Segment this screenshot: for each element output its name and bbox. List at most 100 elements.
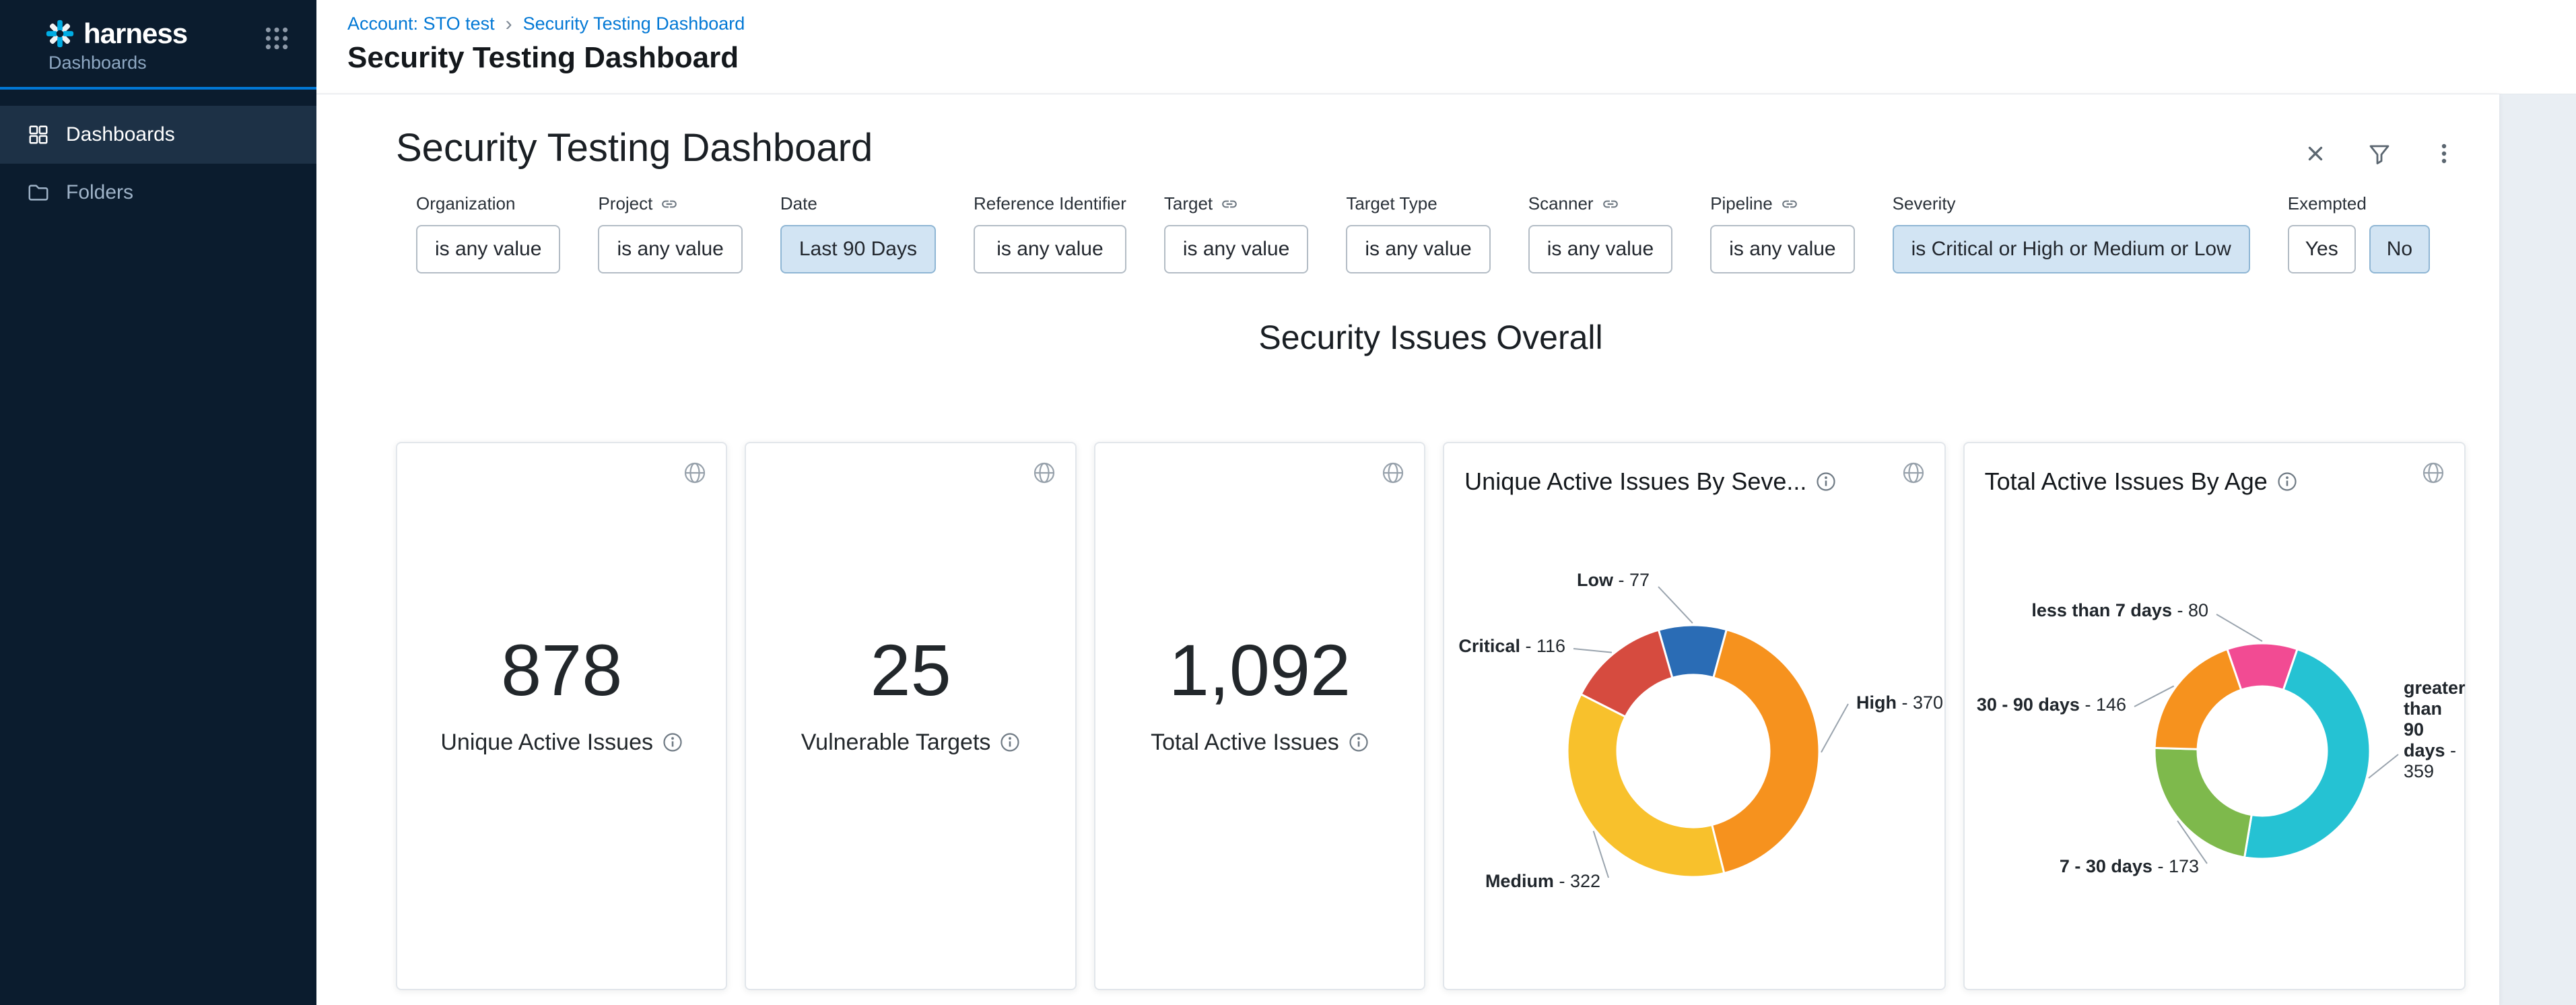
filter-organization: Organization is any value (416, 193, 560, 273)
age-donut-chart: less than 7 days - 80greaterthan90days -… (1965, 443, 2475, 990)
globe-icon[interactable] (1901, 461, 1926, 487)
filter-target-value[interactable]: is any value (1164, 225, 1308, 273)
tile-unique-active-issues: 878 Unique Active Issues (396, 442, 727, 990)
kebab-menu-icon[interactable] (2431, 140, 2458, 167)
filter-pipeline-value[interactable]: is any value (1710, 225, 1854, 273)
clear-icon[interactable] (2303, 141, 2328, 166)
slice-label: 7 - 30 days - 173 (2059, 856, 2198, 876)
filter-target-type-value[interactable]: is any value (1346, 225, 1490, 273)
donut-slice-3[interactable] (2155, 649, 2241, 750)
label-line (1821, 704, 1848, 752)
breadcrumb: Account: STO test › Security Testing Das… (347, 13, 2576, 34)
info-icon (663, 732, 683, 752)
filter-organization-value[interactable]: is any value (416, 225, 560, 273)
globe-icon[interactable] (683, 461, 707, 487)
section-title: Security Issues Overall (396, 318, 2466, 357)
filter-project-value[interactable]: is any value (598, 225, 742, 273)
globe-icon[interactable] (1381, 461, 1405, 487)
sidebar-product-label: Dashboards (48, 53, 296, 73)
filter-bar: Organization is any value Project is any… (416, 193, 2466, 273)
dashboard-actions (2303, 140, 2466, 167)
tile-vulnerable-targets: 25 Vulnerable Targets (745, 442, 1076, 990)
label-line (2216, 614, 2262, 641)
sidebar-item-folders[interactable]: Folders (0, 164, 316, 222)
label-line (2369, 754, 2398, 778)
content-area: Security Testing Dashboard (316, 94, 2576, 1005)
brand-wordmark: harness (83, 18, 187, 50)
filter-scanner-value[interactable]: is any value (1528, 225, 1672, 273)
severity-donut-chart: Low - 77High - 370Medium - 322Critical -… (1444, 443, 1955, 990)
filter-exempted: Exempted Yes No (2288, 193, 2430, 273)
filter-exempted-no-button[interactable]: No (2369, 225, 2430, 273)
filter-reference-identifier: Reference Identifier is any value (974, 193, 1126, 273)
slice-label: High - 370 (1856, 692, 1943, 713)
globe-icon[interactable] (1032, 461, 1056, 487)
dashboard-panel: Security Testing Dashboard (316, 94, 2499, 1005)
stat-label: Unique Active Issues (440, 730, 653, 756)
sidebar: harness Dashboards Dashboards Folders (0, 0, 316, 1005)
sidebar-item-label: Folders (66, 181, 133, 204)
info-icon (1349, 732, 1369, 752)
filter-target-type: Target Type is any value (1346, 193, 1490, 273)
harness-logo-icon (44, 18, 75, 49)
globe-icon[interactable] (2421, 461, 2445, 487)
filter-label: Pipeline (1710, 193, 1773, 214)
label-line (1573, 649, 1612, 653)
filter-exempted-yes-button[interactable]: Yes (2288, 225, 2356, 273)
filter-pipeline: Pipeline is any value (1710, 193, 1854, 273)
filter-label: Exempted (2288, 193, 2367, 214)
filter-label: Scanner (1528, 193, 1594, 214)
page-title: Security Testing Dashboard (347, 41, 2576, 75)
tile-unique-active-issues-by-severity: Low - 77High - 370Medium - 322Critical -… (1443, 442, 1945, 990)
filter-label: Date (780, 193, 817, 214)
dashboards-icon (27, 123, 50, 146)
chart-title: Unique Active Issues By Seve... (1464, 467, 1806, 496)
main-area: Account: STO test › Security Testing Das… (316, 0, 2576, 1005)
chevron-right-icon: › (506, 15, 512, 33)
slice-label: Low - 77 (1577, 570, 1650, 590)
filter-date-value[interactable]: Last 90 Days (780, 225, 936, 273)
dashboard-title: Security Testing Dashboard (396, 125, 873, 170)
breadcrumb-account-link[interactable]: Account: STO test (347, 13, 495, 34)
filter-severity: Severity is Critical or High or Medium o… (1893, 193, 2250, 273)
filter-label: Organization (416, 193, 515, 214)
filter-label: Severity (1893, 193, 1956, 214)
info-icon (1816, 472, 1836, 492)
info-icon (2277, 472, 2297, 492)
nav-grid-icon[interactable] (263, 24, 291, 55)
link-icon (1781, 195, 1798, 213)
top-header: Account: STO test › Security Testing Das… (316, 0, 2576, 94)
sidebar-item-dashboards[interactable]: Dashboards (0, 106, 316, 164)
slice-label: greaterthan90days -359 (2404, 678, 2466, 781)
info-icon (1000, 732, 1020, 752)
filter-label: Reference Identifier (974, 193, 1126, 214)
stat-label: Vulnerable Targets (801, 730, 991, 756)
donut-slice-2[interactable] (1567, 694, 1724, 877)
filter-target: Target is any value (1164, 193, 1308, 273)
filter-project: Project is any value (598, 193, 742, 273)
chart-title: Total Active Issues By Age (1985, 467, 2268, 496)
label-line (1658, 587, 1693, 623)
stat-value: 25 (871, 630, 951, 711)
stat-value: 878 (501, 630, 622, 711)
link-icon (1221, 195, 1238, 213)
breadcrumb-dashboard-link[interactable]: Security Testing Dashboard (523, 13, 745, 34)
donut-slice-2[interactable] (2155, 748, 2251, 857)
filter-scanner: Scanner is any value (1528, 193, 1672, 273)
sidebar-item-label: Dashboards (66, 123, 175, 146)
filter-reference-identifier-value[interactable]: is any value (974, 225, 1126, 273)
donut-slice-1[interactable] (1712, 630, 1819, 874)
tile-total-active-issues-by-age: less than 7 days - 80greaterthan90days -… (1963, 442, 2466, 990)
slice-label: Medium - 322 (1485, 871, 1600, 891)
filter-icon[interactable] (2366, 140, 2393, 167)
link-icon (660, 195, 678, 213)
stat-label: Total Active Issues (1151, 730, 1339, 756)
slice-label: 30 - 90 days - 146 (1976, 694, 2126, 715)
folder-icon (27, 181, 50, 204)
tiles-row: 878 Unique Active Issues 25 Vuln (396, 442, 2466, 990)
filter-label: Target Type (1346, 193, 1437, 214)
sidebar-nav: Dashboards Folders (0, 106, 316, 222)
filter-severity-value[interactable]: is Critical or High or Medium or Low (1893, 225, 2250, 273)
filter-date: Date Last 90 Days (780, 193, 936, 273)
sidebar-header: harness Dashboards (0, 0, 316, 90)
